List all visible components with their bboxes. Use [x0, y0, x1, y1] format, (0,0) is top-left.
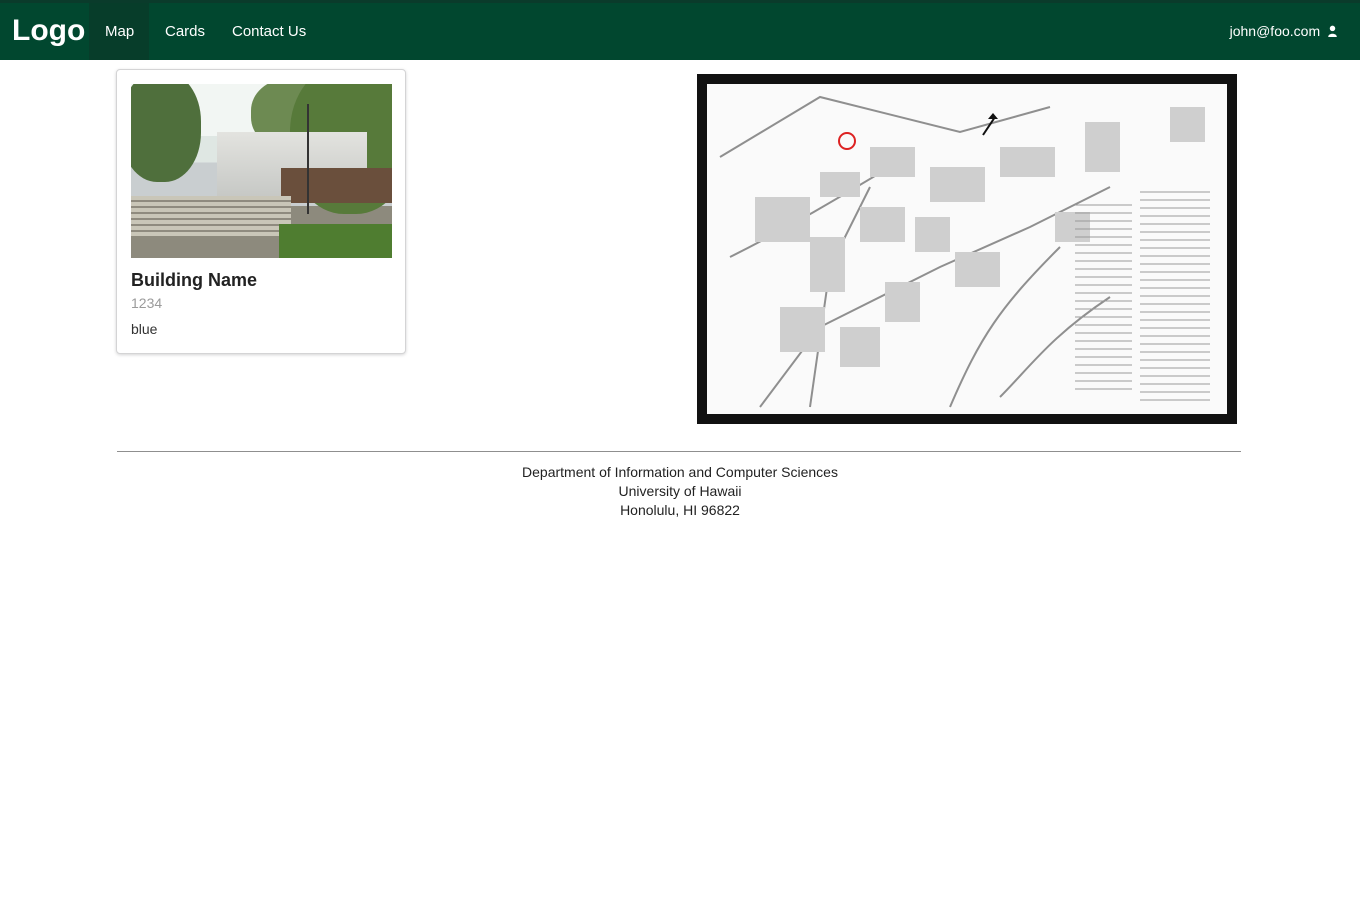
- footer-address: Honolulu, HI 96822: [620, 502, 740, 518]
- card-title: Building Name: [131, 270, 258, 290]
- nav-cards[interactable]: Cards: [149, 3, 221, 60]
- building-card: Building Name 1234 blue: [116, 69, 406, 354]
- nav-contact-us[interactable]: Contact Us: [216, 3, 322, 60]
- footer-department: Department of Information and Computer S…: [522, 464, 838, 480]
- user-email: john@foo.com: [1229, 23, 1321, 39]
- card-description: blue: [131, 321, 158, 337]
- campus-map-drawing: [700, 77, 1234, 421]
- nav-map[interactable]: Map: [89, 3, 149, 60]
- campus-map: [697, 74, 1237, 424]
- footer-divider: [117, 451, 1241, 452]
- building-photo: [131, 84, 392, 258]
- footer-university: University of Hawaii: [618, 483, 742, 499]
- footer: Department of Information and Computer S…: [0, 463, 1360, 520]
- top-navbar: Logo Map Cards Contact Us john@foo.com: [0, 0, 1360, 60]
- logo[interactable]: Logo: [12, 11, 85, 51]
- card-number: 1234: [131, 295, 163, 311]
- user-menu[interactable]: john@foo.com: [1230, 3, 1338, 60]
- user-icon: [1328, 25, 1337, 37]
